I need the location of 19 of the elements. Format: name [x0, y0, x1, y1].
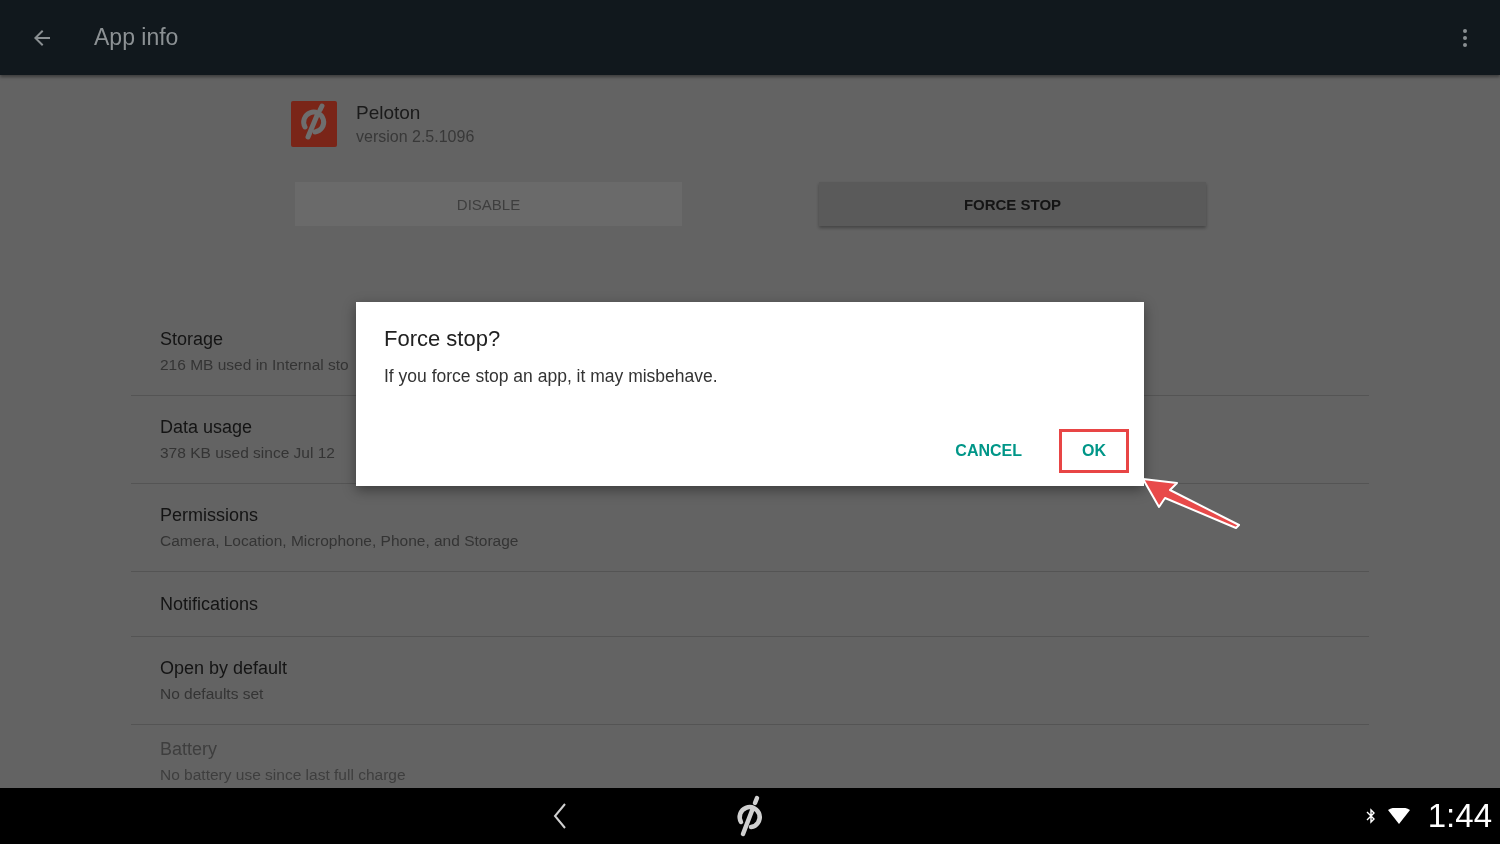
window-title: App info: [94, 24, 179, 51]
settings-item-title: Open by default: [160, 658, 288, 679]
settings-item-title: Data usage: [160, 417, 253, 438]
wifi-icon: [1387, 808, 1410, 824]
app-name: Peloton: [356, 102, 422, 124]
settings-item-title: Notifications: [160, 593, 259, 615]
settings-item-title: Permissions: [160, 505, 259, 526]
bluetooth-icon: [1365, 808, 1376, 824]
dialog-button[interactable]: CANCEL: [932, 429, 1045, 473]
app-icon: [291, 101, 337, 147]
dialog-button[interactable]: OK: [1059, 429, 1129, 473]
back-icon[interactable]: [552, 802, 568, 830]
dialog-title: Force stop?: [384, 326, 502, 352]
dialog-message: If you force stop an app, it may misbehave.: [384, 366, 719, 387]
action-button[interactable]: FORCE STOP: [819, 182, 1206, 226]
clock-time: 1:44: [1427, 797, 1492, 835]
settings-item[interactable]: Notifications: [131, 572, 1369, 637]
more-options-icon[interactable]: [1462, 27, 1468, 48]
settings-item-title: Storage: [160, 329, 224, 350]
